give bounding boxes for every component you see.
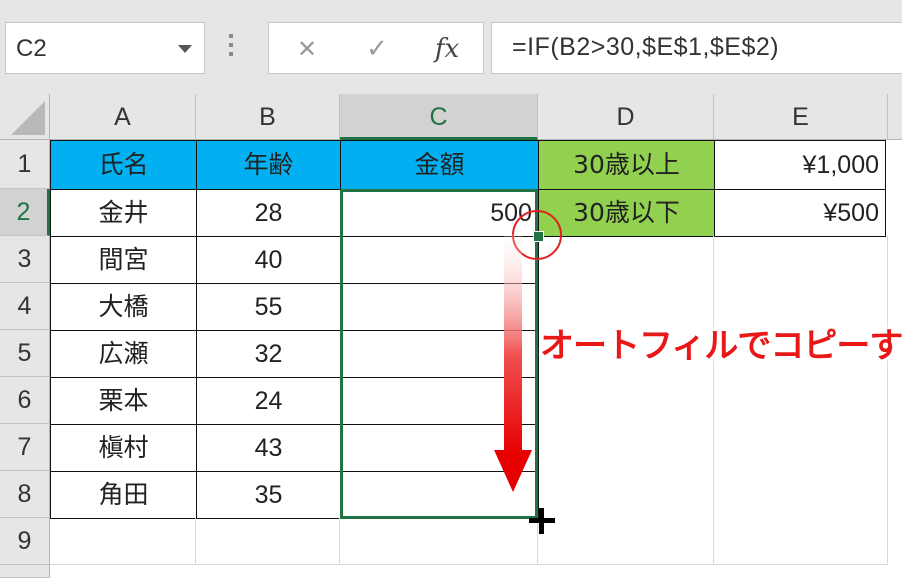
column-header-a[interactable]: A — [50, 94, 196, 140]
enter-icon[interactable]: ✓ — [357, 31, 397, 67]
cell-c2[interactable]: 500 — [340, 189, 539, 237]
cell-b4[interactable]: 55 — [196, 283, 341, 331]
cell-e2[interactable]: ¥500 — [714, 189, 886, 237]
cell-b5[interactable]: 32 — [196, 330, 341, 378]
worksheet: A B C D E 1 2 3 4 5 6 7 8 9 氏名 年齢 金額 金井 … — [0, 94, 902, 578]
formula-bar-area: C2 ✕ ✓ fx =IF(B2>30,$E$1,$E$2) — [0, 0, 902, 94]
column-d-empty[interactable] — [538, 236, 714, 565]
row-header-1[interactable]: 1 — [0, 140, 50, 189]
chevron-down-icon[interactable] — [178, 45, 192, 53]
formula-input[interactable]: =IF(B2>30,$E$1,$E$2) — [491, 22, 902, 74]
select-all-button[interactable] — [0, 94, 50, 140]
cell-e1[interactable]: ¥1,000 — [714, 140, 886, 190]
row-header-6[interactable]: 6 — [0, 377, 50, 424]
name-box[interactable]: C2 — [5, 22, 205, 74]
column-e-empty[interactable] — [714, 236, 888, 565]
column-header-c[interactable]: C — [340, 94, 538, 140]
cell-b7[interactable]: 43 — [196, 424, 341, 472]
cell-a2[interactable]: 金井 — [50, 189, 197, 237]
row-header-7[interactable]: 7 — [0, 424, 50, 471]
cell-a4[interactable]: 大橋 — [50, 283, 197, 331]
column-header-e[interactable]: E — [714, 94, 888, 140]
column-header-d[interactable]: D — [538, 94, 714, 140]
cell-a6[interactable]: 栗本 — [50, 377, 197, 425]
column-header-b[interactable]: B — [196, 94, 340, 140]
header-cell-name[interactable]: 氏名 — [50, 140, 197, 190]
row-header-5[interactable]: 5 — [0, 330, 50, 377]
cell-c9[interactable] — [340, 518, 538, 565]
cell-a5[interactable]: 広瀬 — [50, 330, 197, 378]
cell-b6[interactable]: 24 — [196, 377, 341, 425]
column-header-f[interactable] — [888, 94, 902, 140]
cancel-icon[interactable]: ✕ — [287, 31, 327, 67]
autofill-annotation: オートフィルでコピーする — [540, 326, 902, 366]
cell-b9[interactable] — [196, 518, 340, 565]
insert-function-button[interactable]: fx — [427, 31, 467, 67]
formula-text: =IF(B2>30,$E$1,$E$2) — [512, 33, 780, 61]
row-header-8[interactable]: 8 — [0, 471, 50, 518]
cell-b2[interactable]: 28 — [196, 189, 341, 237]
header-cell-age[interactable]: 年齢 — [196, 140, 341, 190]
cell-b3[interactable]: 40 — [196, 236, 341, 284]
row-9-right[interactable] — [538, 518, 888, 565]
crosshair-cursor-icon — [529, 508, 555, 534]
header-cell-amount[interactable]: 金額 — [340, 140, 539, 190]
drag-handle-icon[interactable] — [228, 34, 234, 64]
row-header-10[interactable] — [0, 565, 50, 578]
name-box-value: C2 — [16, 35, 47, 62]
cell-d1[interactable]: 30歳以上 — [538, 140, 715, 190]
cell-a8[interactable]: 角田 — [50, 471, 197, 519]
row-header-9[interactable]: 9 — [0, 518, 50, 565]
cell-d2[interactable]: 30歳以下 — [538, 189, 715, 237]
cell-a3[interactable]: 間宮 — [50, 236, 197, 284]
cell-a7[interactable]: 槇村 — [50, 424, 197, 472]
cell-b8[interactable]: 35 — [196, 471, 341, 519]
row-header-4[interactable]: 4 — [0, 283, 50, 330]
formula-buttons: ✕ ✓ fx — [268, 22, 484, 74]
row-header-2[interactable]: 2 — [0, 189, 50, 236]
cell-a9[interactable] — [50, 518, 196, 565]
row-header-3[interactable]: 3 — [0, 236, 50, 283]
